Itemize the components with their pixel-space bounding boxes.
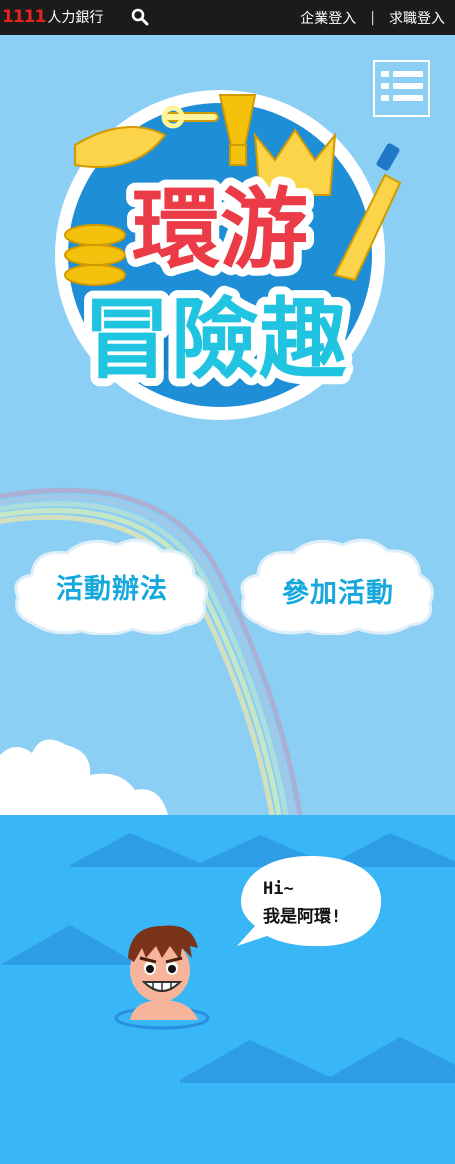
cloud-decoration [0,739,168,815]
join-button[interactable]: 參加活動 [238,535,438,635]
brand-name: 人力銀行 [47,10,104,26]
login-links: 企業登入 | 求職登入 [300,0,445,35]
speech-bubble-text: Hi~ 我是阿環! [263,875,341,931]
join-button-label: 參加活動 [282,578,394,609]
event-logo: 環游 環游 冒險趣 冒險趣 [55,90,402,420]
company-login-link[interactable]: 企業登入 [300,8,356,28]
speech-line-2: 我是阿環! [263,907,342,927]
wave-decoration [0,833,455,1083]
search-icon[interactable] [131,8,149,26]
brand-logo[interactable]: 1111 人力銀行 [2,7,103,27]
sky-background: 環游 環游 冒險趣 冒險趣 活動辦法 參加活動 [0,35,455,815]
logo-title-line1: 環游 [132,178,308,281]
speech-line-1: Hi~ [263,879,294,899]
rules-button-label: 活動辦法 [56,574,168,605]
brand-number: 1111 [2,7,46,27]
nav-separator: | [370,9,375,26]
logo-title-line2: 冒險趣 [83,288,347,391]
mascot-character [114,925,210,1030]
sea-background [0,815,455,1164]
rules-button[interactable]: 活動辦法 [12,535,212,635]
jobseeker-login-link[interactable]: 求職登入 [389,8,445,28]
top-bar: 1111 人力銀行 企業登入 | 求職登入 [0,0,455,35]
